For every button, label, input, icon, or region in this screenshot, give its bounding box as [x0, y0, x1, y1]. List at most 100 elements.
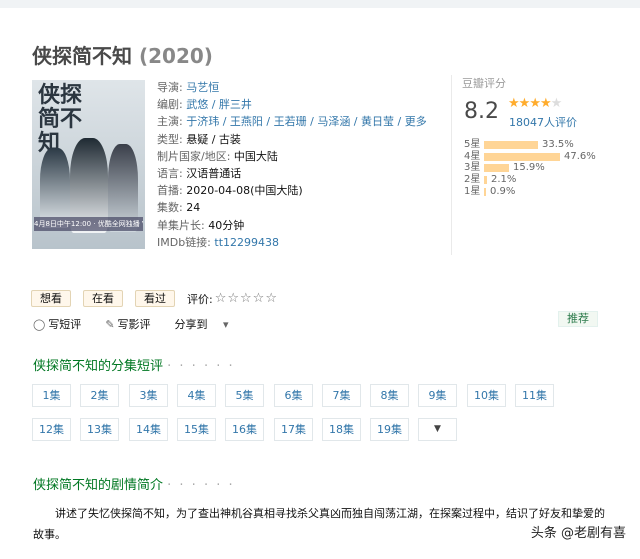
episodes-label: 集数:: [157, 201, 183, 215]
language-label: 语言:: [157, 166, 183, 180]
rate-stars[interactable]: ☆☆☆☆☆: [215, 291, 278, 306]
rating-bar-row: 3星 15.9%: [464, 162, 614, 174]
premiere-value: 2020-04-08(中国大陆): [186, 184, 303, 198]
synopsis-title-text: 侠探简不知的剧情简介: [33, 478, 164, 493]
rating-breakdown: 5星 33.5% 4星 47.6% 3星 15.9% 2星 2.1% 1星 0.9%: [464, 139, 614, 197]
short-review-label: 写短评: [48, 318, 82, 331]
episode-button[interactable]: 7集: [322, 384, 361, 407]
page-title: 侠探简不知 (2020): [32, 40, 213, 69]
want-button[interactable]: 想看: [31, 290, 71, 307]
chevron-down-icon: ▾: [223, 318, 229, 331]
watermark: 头条 @老剧有喜: [530, 526, 626, 541]
watching-button[interactable]: 在看: [83, 290, 123, 307]
episode-button[interactable]: 19集: [370, 418, 409, 441]
rating-panel: 豆瓣评分 8.2 ★★★★★ 18047人评价 5星 33.5% 4星 47.6% 3星…: [451, 75, 611, 255]
genre-value: 悬疑 / 古装: [186, 132, 241, 146]
write-short-review[interactable]: ◯ 写短评: [33, 316, 93, 332]
poster-figure-left: [40, 148, 70, 228]
info-imdb: IMDb链接: tt12299438: [157, 234, 427, 251]
info-country: 制片国家/地区: 中国大陆: [157, 148, 427, 165]
episode-button[interactable]: 3集: [129, 384, 168, 407]
rating-bar-row: 2星 2.1%: [464, 174, 614, 186]
info-language: 语言: 汉语普通话: [157, 165, 427, 182]
rating-bar-label: 4星: [464, 150, 481, 162]
episode-button[interactable]: 1集: [32, 384, 71, 407]
pencil-icon: ✎: [105, 318, 115, 331]
rating-count-link[interactable]: 18047人评价: [509, 114, 577, 130]
synopsis-title-dots: · · · · · ·: [167, 478, 235, 493]
write-review[interactable]: ✎ 写影评: [105, 316, 162, 332]
rating-stars: ★★★★★: [508, 96, 563, 111]
imdb-label: IMDb链接:: [157, 235, 211, 249]
imdb-link[interactable]: tt12299438: [214, 236, 279, 249]
rating-bar-label: 1星: [464, 185, 481, 197]
cast-label: 主演:: [157, 115, 183, 129]
rating-star-2: ★: [518, 96, 531, 111]
info-genre: 类型: 悬疑 / 古装: [157, 131, 427, 148]
synopsis-section-title: 侠探简不知的剧情简介 · · · · · ·: [33, 474, 235, 493]
recommend-button[interactable]: 推荐: [558, 311, 598, 327]
director-link[interactable]: 马艺恒: [186, 81, 219, 94]
premiere-label: 首播:: [157, 184, 183, 198]
episode-button[interactable]: 15集: [177, 418, 216, 441]
rating-bar-fill: [484, 152, 560, 161]
director-label: 导演:: [157, 81, 183, 94]
info-premiere: 首播: 2020-04-08(中国大陆): [157, 182, 427, 199]
rate-label: 评价:: [187, 292, 213, 306]
synopsis-text: 讲述了失忆侠探简不知，为了查出神机谷真相寻找杀父真凶而独自闯荡江湖，在探案过程中…: [33, 507, 605, 541]
episode-button[interactable]: 6集: [274, 384, 313, 407]
episode-button[interactable]: 14集: [129, 418, 168, 441]
cast-links[interactable]: 于济玮 / 王燕阳 / 王若珊 / 马泽涵 / 黄日莹 / 更多...: [186, 115, 427, 128]
rating-bar-label: 3星: [464, 162, 481, 174]
rating-bar-fill: [484, 164, 509, 173]
episode-button[interactable]: 13集: [80, 418, 119, 441]
rating-bar-row: 1星 0.9%: [464, 186, 614, 198]
episodes-value: 24: [186, 201, 201, 215]
rating-star-1: ★: [508, 96, 520, 111]
episode-button[interactable]: 10集: [467, 384, 506, 407]
episode-button[interactable]: 18集: [322, 418, 361, 441]
episode-button[interactable]: 2集: [80, 384, 119, 407]
writer-link[interactable]: 武悠 / 胖三井: [186, 98, 252, 111]
rating-bar-label: 2星: [464, 174, 481, 186]
episodes-section-title: 侠探简不知的分集短评 · · · · · ·: [33, 355, 235, 374]
rating-label: 豆瓣评分: [462, 77, 506, 90]
rating-bar-fill: [484, 140, 538, 149]
watched-button[interactable]: 看过: [135, 290, 175, 307]
top-bar: [0, 0, 640, 8]
info-director: 导演: 马艺恒: [157, 79, 427, 96]
episodes-title-text: 侠探简不知的分集短评: [33, 359, 164, 374]
episode-button[interactable]: 9集: [418, 384, 457, 407]
poster-caption: 4月8日中午12:00 · 优酷全网独播 VIP会员抢先看: [34, 217, 143, 231]
info-panel: 导演: 马艺恒 编剧: 武悠 / 胖三井 主演: 于济玮 / 王燕阳 / 王若珊…: [157, 79, 427, 251]
title-year: (2020): [138, 44, 213, 68]
rating-bar-percent: 0.9%: [490, 185, 516, 197]
country-value: 中国大陆: [233, 149, 278, 163]
rating-bar-fill: [484, 175, 487, 184]
rating-star-5: ★: [550, 96, 563, 111]
speech-bubble-icon: ◯: [33, 318, 46, 331]
poster-image[interactable]: 侠探简不知 4月8日中午12:00 · 优酷全网独播 VIP会员抢先看: [32, 80, 145, 249]
rating-star-4: ★: [539, 96, 552, 111]
language-value: 汉语普通话: [186, 166, 242, 180]
rating-score: 8.2: [464, 99, 499, 124]
episodes-more-button[interactable]: ▼: [418, 418, 457, 441]
writer-label: 编剧:: [157, 98, 183, 112]
episode-button[interactable]: 12集: [32, 418, 71, 441]
episode-button[interactable]: 17集: [274, 418, 313, 441]
genre-label: 类型:: [157, 132, 183, 146]
rating-bar-fill: [484, 187, 486, 196]
share-label: 分享到: [174, 318, 208, 331]
info-writer: 编剧: 武悠 / 胖三井: [157, 96, 427, 113]
share-dropdown[interactable]: 分享到 ▾: [175, 316, 232, 332]
episode-button[interactable]: 8集: [370, 384, 409, 407]
episode-button[interactable]: 5集: [225, 384, 264, 407]
review-label: 写影评: [117, 318, 151, 331]
sub-actions: ◯ 写短评 ✎ 写影评 分享到 ▾: [33, 316, 244, 332]
title-name: 侠探简不知: [32, 44, 132, 68]
episode-button[interactable]: 11集: [515, 384, 554, 407]
runtime-label: 单集片长:: [157, 218, 205, 232]
episode-button[interactable]: 16集: [225, 418, 264, 441]
episode-button[interactable]: 4集: [177, 384, 216, 407]
rating-bar-percent: 2.1%: [491, 174, 517, 186]
